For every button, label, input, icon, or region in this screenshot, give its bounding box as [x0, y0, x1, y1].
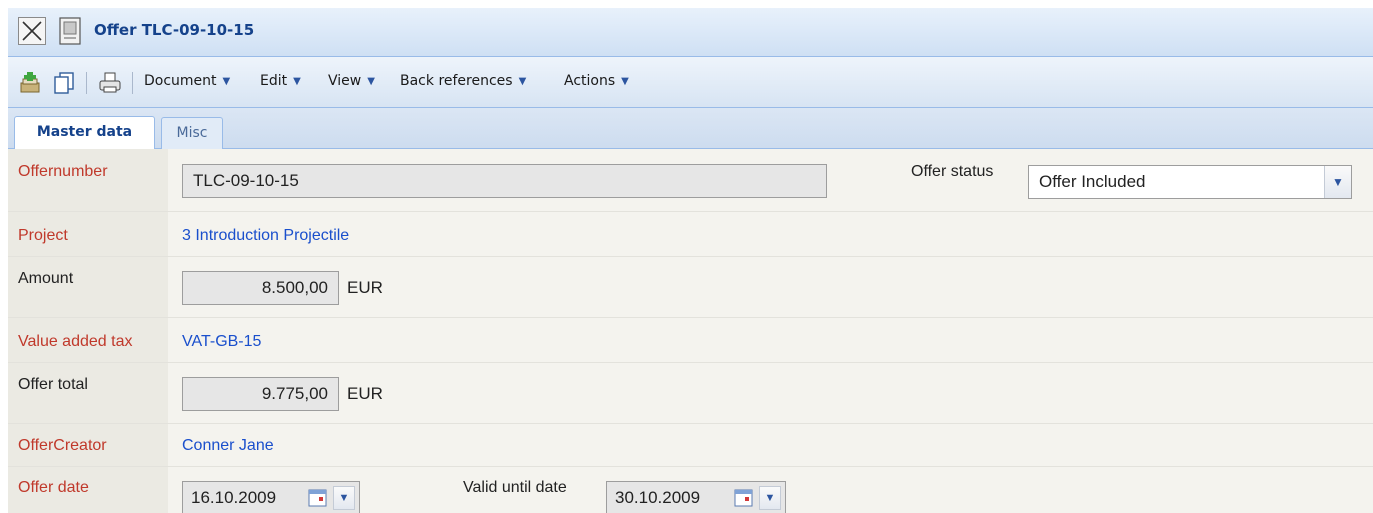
menu-view[interactable]: View ▼ [328, 73, 375, 89]
chevron-down-icon: ▼ [293, 76, 301, 87]
offer-window: Offer TLC-09-10-15 Document ▼ Edit ▼ View ▼ [8, 8, 1373, 513]
valid-until-value: 30.10.2009 [615, 488, 701, 507]
toolbar: Document ▼ Edit ▼ View ▼ Back references ▼ A… [8, 57, 1373, 108]
title-bar: Offer TLC-09-10-15 [8, 8, 1373, 57]
chevron-down-icon[interactable]: ▼ [333, 486, 355, 510]
form-row-amount: Amount 8.500,00 EUR [8, 257, 1373, 318]
offer-creator-link[interactable]: Conner Jane [182, 437, 274, 455]
menu-label: Back references [400, 73, 513, 89]
menu-actions[interactable]: Actions ▼ [564, 73, 629, 89]
project-link[interactable]: 3 Introduction Projectile [182, 227, 349, 245]
chevron-down-icon[interactable]: ▼ [759, 486, 781, 510]
valid-until-label: Valid until date [463, 479, 567, 496]
amount-field: 8.500,00 [182, 271, 339, 305]
offer-total-field: 9.775,00 [182, 377, 339, 411]
vat-label: Value added tax [18, 333, 133, 350]
toolbar-separator [132, 72, 133, 94]
document-icon [59, 17, 81, 45]
menu-document[interactable]: Document ▼ [144, 73, 230, 89]
copy-icon[interactable] [52, 71, 76, 95]
form-row-offer-total: Offer total 9.775,00 EUR [8, 363, 1373, 424]
form-row-project: Project 3 Introduction Projectile [8, 212, 1373, 257]
calendar-icon[interactable] [733, 486, 755, 510]
chevron-down-icon: ▼ [222, 76, 231, 87]
offernumber-field: TLC-09-10-15 [182, 164, 827, 198]
menu-label: Edit [260, 73, 288, 89]
tab-misc[interactable]: Misc [161, 117, 223, 149]
offer-status-value: Offer Included [1039, 172, 1146, 191]
close-button[interactable] [18, 17, 46, 45]
close-icon [22, 21, 42, 41]
form-row-offernumber: Offernumber TLC-09-10-15 Offer status Of… [8, 149, 1373, 212]
window-title: Offer TLC-09-10-15 [94, 21, 255, 39]
menu-back-references[interactable]: Back references ▼ [400, 73, 526, 89]
amount-label: Amount [18, 270, 74, 287]
menu-label: Actions [564, 73, 616, 89]
offernumber-label: Offernumber [18, 163, 108, 180]
offer-total-label: Offer total [18, 376, 88, 393]
amount-unit: EUR [347, 278, 383, 297]
tab-master-data[interactable]: Master data [14, 116, 155, 149]
offer-status-select[interactable]: Offer Included ▼ [1028, 165, 1352, 199]
offer-status-label: Offer status [911, 163, 994, 180]
chevron-down-icon: ▼ [367, 76, 375, 87]
form-row-offer-date: Offer date 16.10.2009 ▼ Valid until date… [8, 467, 1373, 513]
offer-date-label: Offer date [18, 479, 89, 496]
chevron-down-icon: ▼ [621, 76, 629, 87]
chevron-down-icon[interactable]: ▼ [1324, 166, 1351, 198]
offer-total-unit: EUR [347, 384, 383, 403]
form-row-offer-creator: OfferCreator Conner Jane [8, 424, 1373, 467]
menu-label: View [328, 73, 362, 89]
calendar-icon[interactable] [307, 486, 329, 510]
menu-edit[interactable]: Edit ▼ [260, 73, 301, 89]
valid-until-field[interactable]: 30.10.2009 ▼ [606, 481, 786, 513]
chevron-down-icon: ▼ [518, 76, 527, 87]
offer-date-field[interactable]: 16.10.2009 ▼ [182, 481, 360, 513]
menu-label: Document [144, 73, 217, 89]
print-icon[interactable] [98, 71, 122, 95]
project-label: Project [18, 227, 68, 244]
toolbar-separator [86, 72, 87, 94]
vat-link[interactable]: VAT-GB-15 [182, 333, 261, 351]
offer-date-value: 16.10.2009 [191, 488, 277, 507]
form-row-vat: Value added tax VAT-GB-15 [8, 318, 1373, 363]
add-icon[interactable] [18, 71, 42, 95]
tab-bar: Master data Misc [8, 108, 1373, 149]
offer-creator-label: OfferCreator [18, 437, 107, 454]
